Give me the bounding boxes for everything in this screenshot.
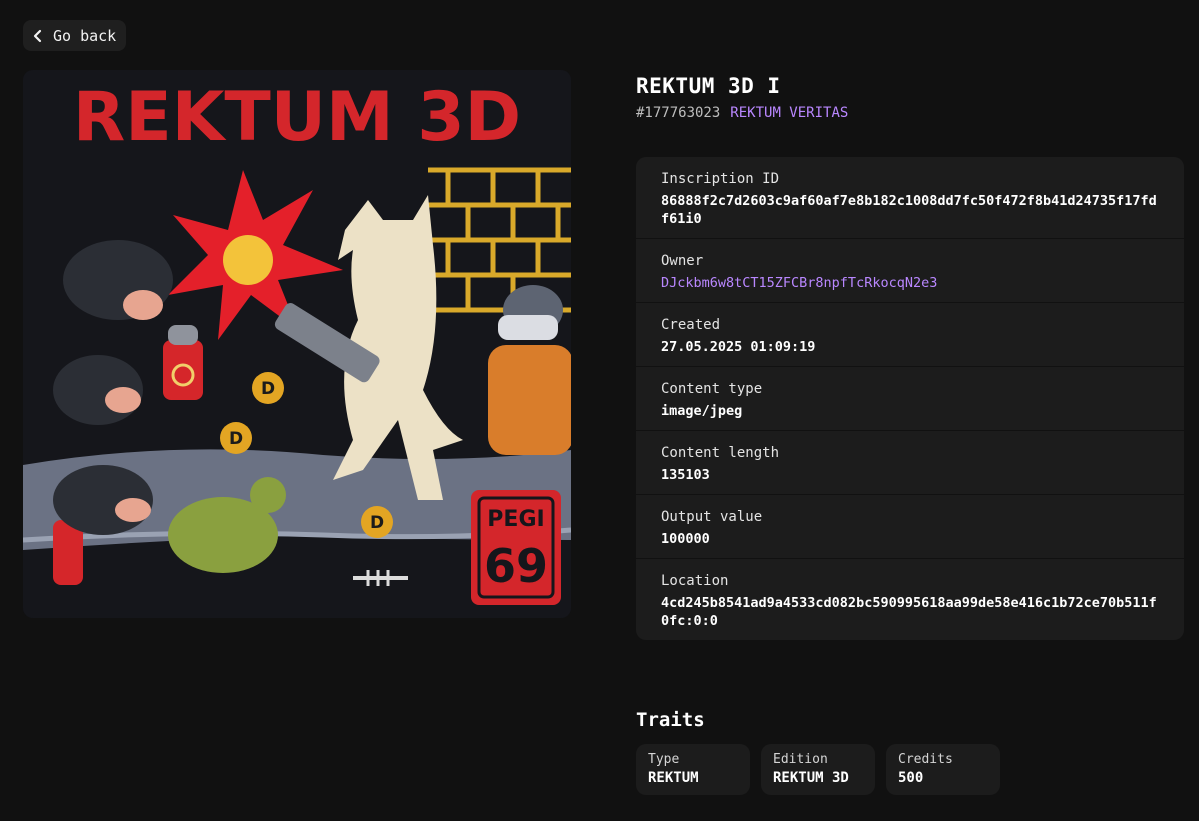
trait-label: Edition xyxy=(773,752,828,767)
trait-card-edition: Edition REKTUM 3D xyxy=(761,744,875,795)
chevron-left-icon xyxy=(32,29,44,43)
detail-row-location: Location 4cd245b8541ad9a4533cd082bc59099… xyxy=(636,559,1184,640)
page-title: REKTUM 3D I xyxy=(636,74,781,98)
svg-text:D: D xyxy=(370,513,384,533)
artwork-image: D D D REKTUM 3D PEGI 69 xyxy=(23,70,571,618)
artwork-badge-bottom: 69 xyxy=(484,539,548,593)
details-panel: Inscription ID 86888f2c7d2603c9af60af7e8… xyxy=(636,157,1184,640)
detail-label: Created xyxy=(661,317,721,333)
detail-value: 100000 xyxy=(661,531,710,547)
traits-heading: Traits xyxy=(636,709,705,731)
title-subline: #177763023 REKTUM VERITAS xyxy=(636,105,848,121)
detail-label: Content type xyxy=(661,381,763,397)
detail-value: 4cd245b8541ad9a4533cd082bc590995618aa99d… xyxy=(661,595,1157,629)
detail-label: Location xyxy=(661,573,729,589)
trait-card-type: Type REKTUM xyxy=(636,744,750,795)
artwork-title-text: REKTUM 3D xyxy=(73,78,521,157)
detail-label: Content length xyxy=(661,445,780,461)
go-back-button[interactable]: Go back xyxy=(23,20,127,51)
detail-label: Output value xyxy=(661,509,763,525)
inscription-number: #177763023 xyxy=(636,105,721,121)
trait-label: Credits xyxy=(898,752,953,767)
trait-card-credits: Credits 500 xyxy=(886,744,1000,795)
trait-label: Type xyxy=(648,752,680,767)
trait-value: REKTUM 3D xyxy=(773,770,849,786)
detail-label: Inscription ID xyxy=(661,171,780,187)
trait-value: REKTUM xyxy=(648,770,699,786)
traits-list: Type REKTUM Edition REKTUM 3D Credits 50… xyxy=(636,744,1000,795)
detail-value: 135103 xyxy=(661,467,710,483)
svg-text:D: D xyxy=(229,429,243,449)
svg-text:D: D xyxy=(261,379,275,399)
detail-label: Owner xyxy=(661,253,704,269)
owner-address-link[interactable]: DJckbm6w8tCT15ZFCBr8npfTcRkocqN2e3 xyxy=(661,274,1159,292)
collection-link[interactable]: REKTUM VERITAS xyxy=(730,105,848,121)
detail-row-content-type: Content type image/jpeg xyxy=(636,367,1184,431)
detail-row-output-value: Output value 100000 xyxy=(636,495,1184,559)
detail-row-owner: Owner DJckbm6w8tCT15ZFCBr8npfTcRkocqN2e3 xyxy=(636,239,1184,303)
detail-row-inscription-id: Inscription ID 86888f2c7d2603c9af60af7e8… xyxy=(636,157,1184,239)
detail-value: 27.05.2025 01:09:19 xyxy=(661,339,816,355)
artwork-badge-top: PEGI xyxy=(487,507,544,532)
go-back-label: Go back xyxy=(53,26,117,45)
detail-row-content-length: Content length 135103 xyxy=(636,431,1184,495)
detail-value: image/jpeg xyxy=(661,403,743,419)
detail-row-created: Created 27.05.2025 01:09:19 xyxy=(636,303,1184,367)
trait-value: 500 xyxy=(898,770,924,786)
detail-value: 86888f2c7d2603c9af60af7e8b182c1008dd7fc5… xyxy=(661,193,1157,227)
